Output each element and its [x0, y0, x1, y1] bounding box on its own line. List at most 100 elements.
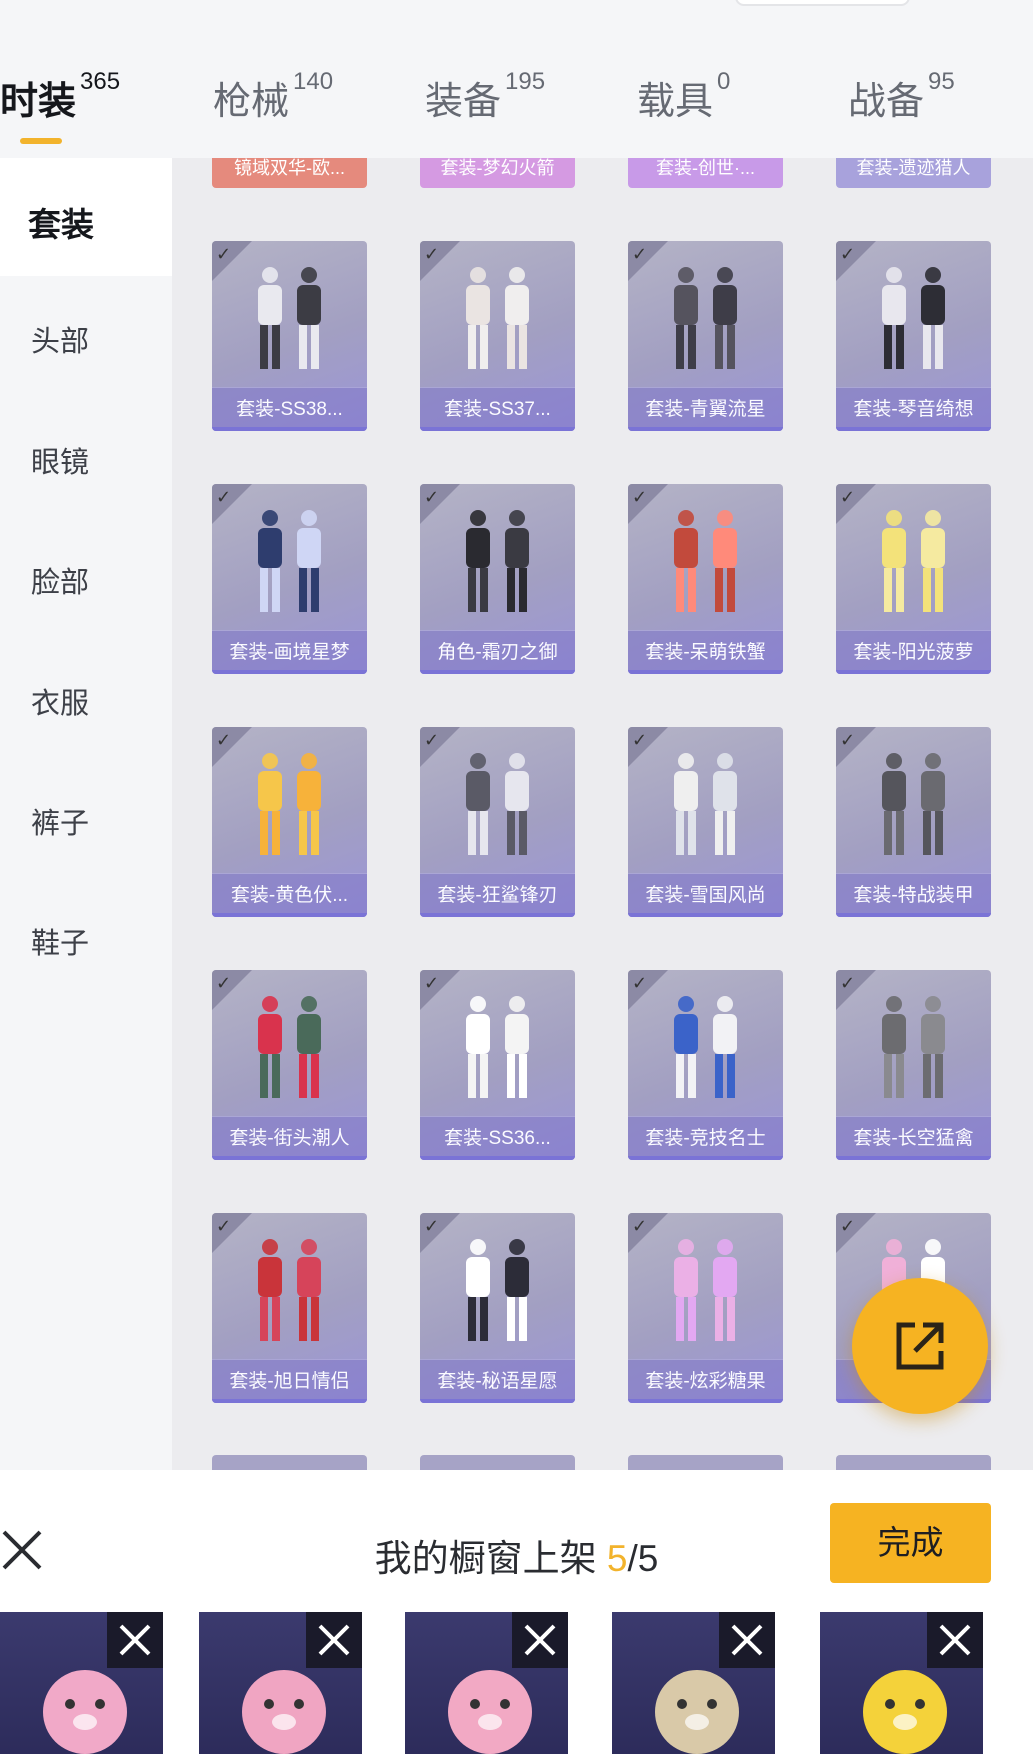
- outfit-icon: [242, 259, 337, 384]
- remove-icon: [731, 1624, 763, 1656]
- tab-fashion[interactable]: 时装 365: [0, 68, 121, 125]
- card-underline: [212, 1399, 367, 1403]
- grid-card-partial[interactable]: [628, 1455, 783, 1470]
- outfit-icon: [866, 745, 961, 870]
- outfit-icon: [450, 259, 545, 384]
- grid-card[interactable]: ✓ 套装-炫彩糖果: [628, 1213, 783, 1403]
- tab-guns[interactable]: 枪械 140: [213, 68, 334, 125]
- grid-card-partial[interactable]: 镜域双华-欧...: [212, 158, 367, 188]
- card-label: 套装-呆萌铁蟹: [628, 630, 783, 674]
- tab-count: 365: [80, 68, 121, 95]
- remove-button[interactable]: [306, 1612, 362, 1668]
- card-label: 套装-特战装甲: [836, 873, 991, 917]
- card-underline: [212, 427, 367, 431]
- card-underline: [836, 1156, 991, 1160]
- grid-card[interactable]: ✓ 角色-霜刃之御: [420, 484, 575, 674]
- showcase-item[interactable]: [199, 1612, 362, 1754]
- sidebar-item-label: 裤子: [31, 808, 90, 840]
- share-external-icon: [896, 1322, 944, 1370]
- showcase-item[interactable]: [820, 1612, 983, 1754]
- sidebar-item-label: 鞋子: [31, 928, 90, 960]
- tab-count: 140: [293, 68, 334, 95]
- remove-button[interactable]: [107, 1612, 163, 1668]
- remove-icon: [318, 1624, 350, 1656]
- grid-card[interactable]: ✓ 套装-长空猛禽: [836, 970, 991, 1160]
- done-button[interactable]: 完成: [830, 1503, 991, 1583]
- grid-card[interactable]: ✓ 套装-雪国风尚: [628, 727, 783, 917]
- card-underline: [420, 427, 575, 431]
- card-underline: [628, 427, 783, 431]
- sidebar-item-label: 衣服: [31, 688, 90, 720]
- showcase-item[interactable]: [0, 1612, 163, 1754]
- outfit-icon: [658, 988, 753, 1113]
- card-label: 套装-遗迹猎人: [856, 158, 971, 178]
- showcase-item[interactable]: [612, 1612, 775, 1754]
- tab-count: 0: [717, 68, 731, 95]
- grid-card[interactable]: ✓ 套装-竞技名士: [628, 970, 783, 1160]
- card-label: 套装-街头潮人: [212, 1116, 367, 1160]
- card-underline: [420, 1156, 575, 1160]
- tab-label: 载具: [637, 81, 714, 123]
- outfit-icon: [242, 1231, 337, 1356]
- sub-category-sidebar: 套装 头部 眼镜 脸部 衣服 裤子 鞋子: [0, 158, 172, 1470]
- showcase-title-text: 我的橱窗上架: [374, 1538, 607, 1579]
- grid-card-partial[interactable]: 套装-遗迹猎人: [836, 158, 991, 188]
- remove-icon: [119, 1624, 151, 1656]
- grid-card[interactable]: ✓ 套装-画境星梦: [212, 484, 367, 674]
- grid-card[interactable]: ✓ 套装-秘语星愿: [420, 1213, 575, 1403]
- grid-card-partial[interactable]: [836, 1455, 991, 1470]
- showcase-count-max: 5: [637, 1538, 659, 1579]
- card-label: 套装-梦幻火箭: [440, 158, 555, 178]
- remove-button[interactable]: [719, 1612, 775, 1668]
- sidebar-item-label: 套装: [28, 206, 94, 243]
- grid-card[interactable]: ✓ 套装-琴音绮想: [836, 241, 991, 431]
- drag-handle[interactable]: [735, 0, 910, 6]
- remove-button[interactable]: [512, 1612, 568, 1668]
- showcase-count-current: 5: [606, 1538, 628, 1579]
- active-tab-indicator: [20, 138, 62, 144]
- grid-card[interactable]: ✓ 套装-SS36...: [420, 970, 575, 1160]
- share-button[interactable]: [852, 1278, 988, 1414]
- grid-card[interactable]: ✓ 套装-街头潮人: [212, 970, 367, 1160]
- grid-card[interactable]: ✓ 套装-旭日情侣: [212, 1213, 367, 1403]
- grid-card[interactable]: ✓ 套装-SS37...: [420, 241, 575, 431]
- grid-card-partial[interactable]: 套装-创世·...: [628, 158, 783, 188]
- tab-label: 装备: [425, 81, 502, 123]
- remove-icon: [939, 1624, 971, 1656]
- grid-card[interactable]: ✓ 套装-特战装甲: [836, 727, 991, 917]
- outfit-icon: [866, 502, 961, 627]
- item-grid: 镜域双华-欧... 套装-梦幻火箭 套装-创世·... 套装-遗迹猎人 ✓ 套装-…: [172, 158, 1033, 1470]
- card-underline: [836, 913, 991, 917]
- grid-card-partial[interactable]: 套装-梦幻火箭: [420, 158, 575, 188]
- showcase-item[interactable]: [405, 1612, 568, 1754]
- card-label: 套装-琴音绮想: [836, 387, 991, 431]
- grid-card[interactable]: ✓ 套装-狂鲨锋刃: [420, 727, 575, 917]
- sidebar-item-suit[interactable]: 套装: [0, 158, 172, 276]
- card-label: 角色-霜刃之御: [420, 630, 575, 674]
- tab-supplies[interactable]: 战备 95: [848, 68, 955, 125]
- grid-card-partial[interactable]: [212, 1455, 367, 1470]
- grid-card-partial[interactable]: [420, 1455, 575, 1470]
- outfit-icon: [242, 502, 337, 627]
- card-underline: [212, 913, 367, 917]
- character-icon: [450, 502, 545, 627]
- outfit-icon: [242, 988, 337, 1113]
- grid-card[interactable]: ✓ 套装-青翼流星: [628, 241, 783, 431]
- card-label: 镜域双华-欧...: [234, 158, 345, 178]
- grid-card[interactable]: ✓ 套装-SS38...: [212, 241, 367, 431]
- grid-card[interactable]: ✓ 套装-呆萌铁蟹: [628, 484, 783, 674]
- card-label: 套装-长空猛禽: [836, 1116, 991, 1160]
- grid-card[interactable]: ✓ 套装-黄色伏...: [212, 727, 367, 917]
- tab-equipment[interactable]: 装备 195: [425, 68, 545, 125]
- card-underline: [836, 670, 991, 674]
- card-underline: [628, 913, 783, 917]
- card-label: 套装-画境星梦: [212, 630, 367, 674]
- sidebar-item-label: 脸部: [31, 567, 90, 599]
- tab-vehicles[interactable]: 载具 0: [637, 68, 731, 125]
- card-label: 套装-青翼流星: [628, 387, 783, 431]
- card-label: 套装-秘语星愿: [420, 1359, 575, 1403]
- tab-count: 95: [928, 68, 955, 95]
- top-bar: 时装 365 枪械 140 装备 195 载具 0 战备 95: [0, 0, 1033, 158]
- remove-button[interactable]: [927, 1612, 983, 1668]
- grid-card[interactable]: ✓ 套装-阳光菠萝: [836, 484, 991, 674]
